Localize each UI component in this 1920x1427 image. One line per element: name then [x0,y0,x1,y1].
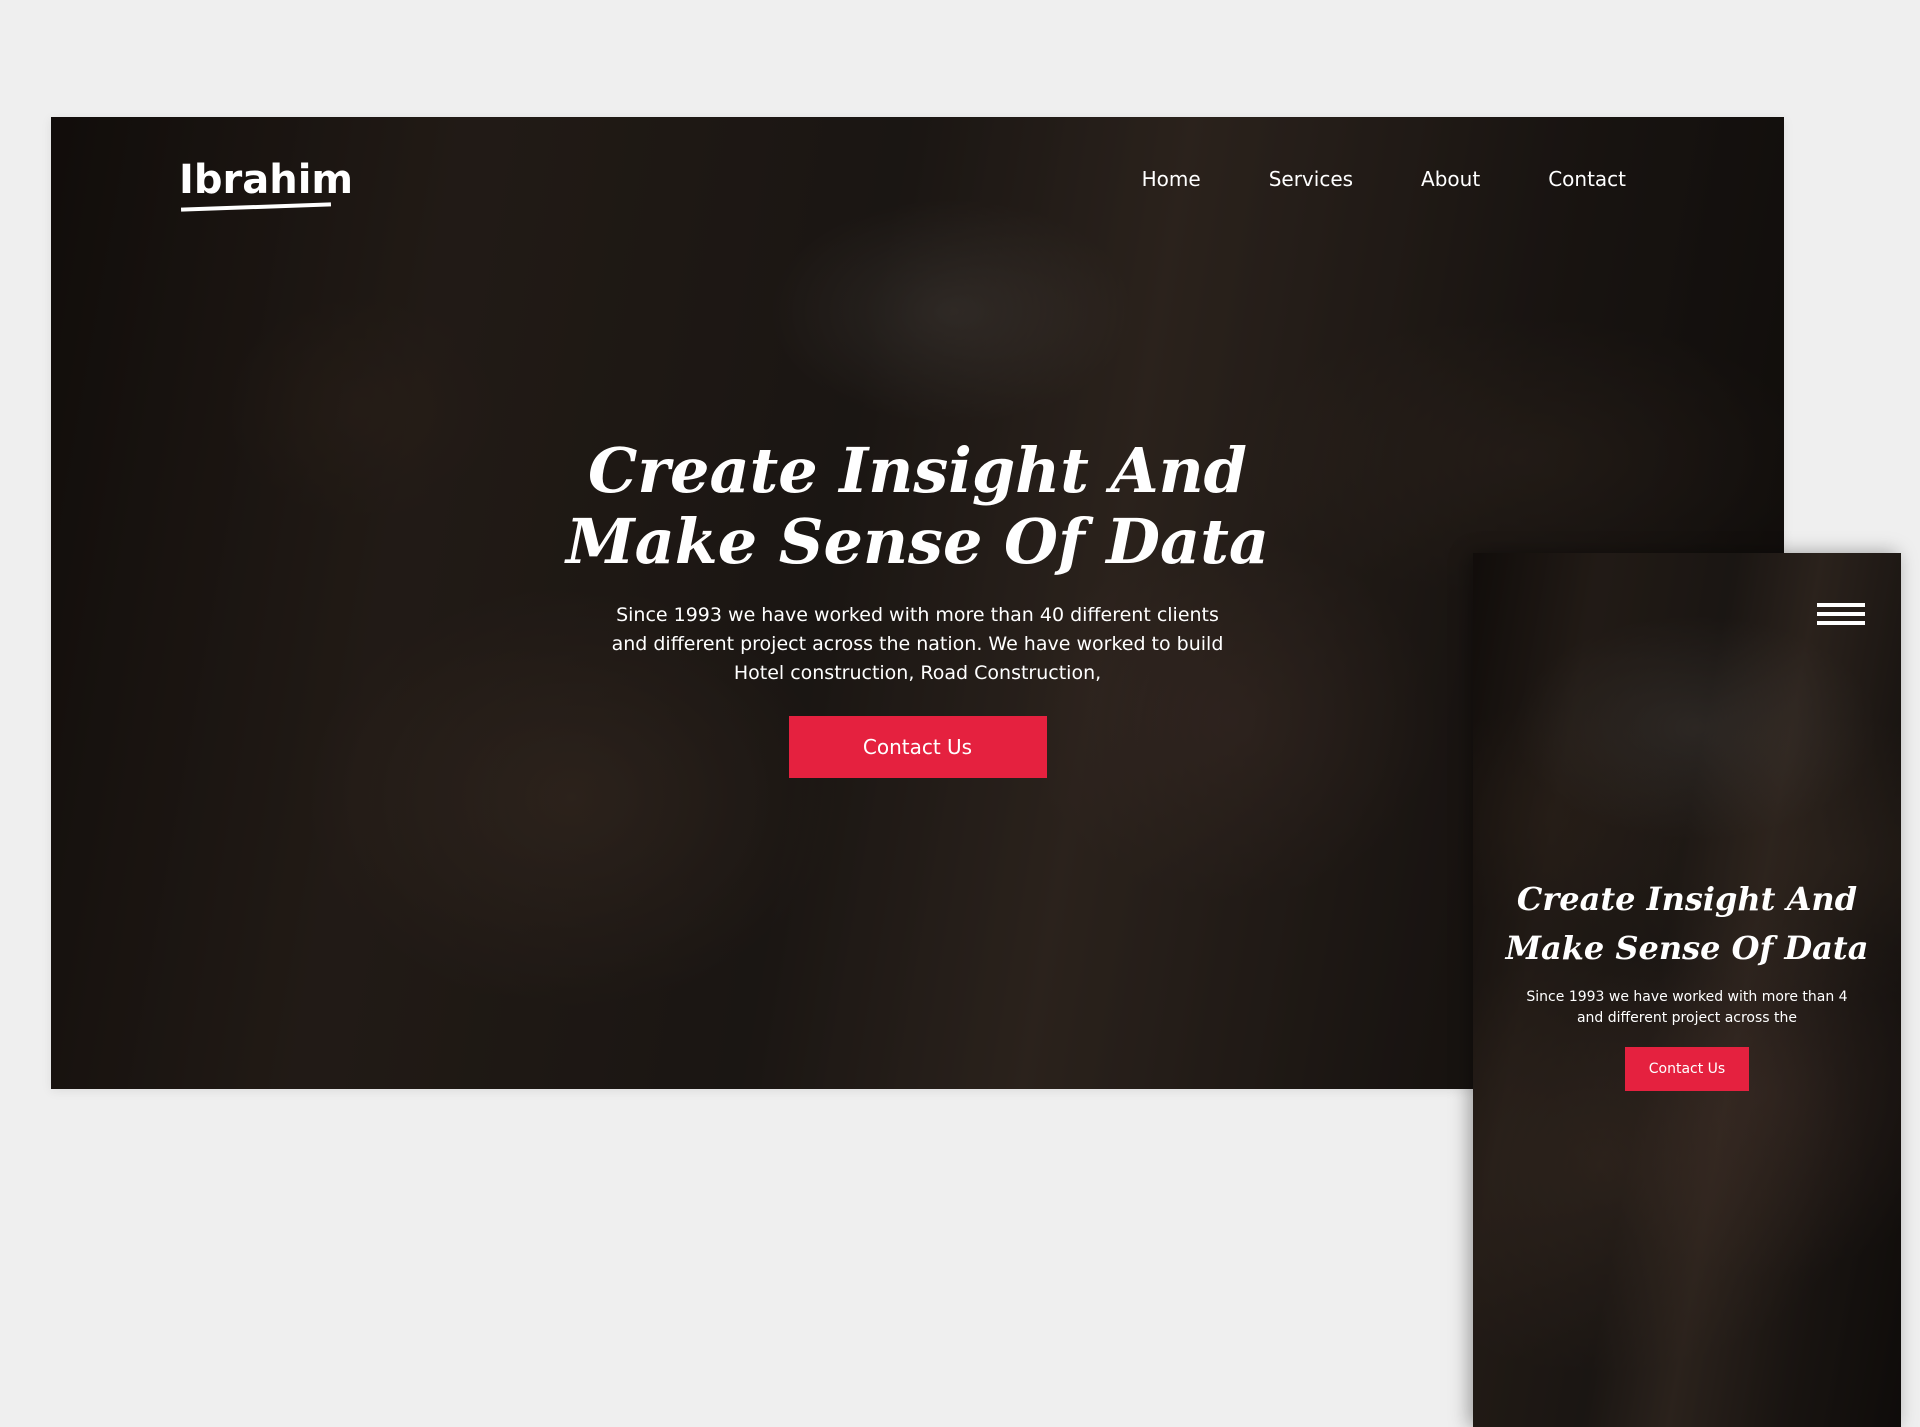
logo-underline [180,202,332,212]
mobile-hero-title-line2: Make Sense Of Data [1505,929,1869,967]
logo[interactable]: Ibrahim [179,157,353,203]
hero-title-line1: Create Insight And [587,434,1248,507]
hero-title: Create Insight And Make Sense Of Data [51,435,1784,577]
mobile-hero-description: Since 1993 we have worked with more than… [1526,989,1848,1026]
main-nav: Home Services About Contact [1142,167,1626,191]
mobile-hero-section: Create Insight And Make Sense Of Data Si… [1473,875,1901,1091]
hero-section: Create Insight And Make Sense Of Data Si… [51,435,1784,778]
hamburger-bar [1817,612,1865,616]
hero-description: Since 1993 we have worked with more than… [611,604,1224,684]
hamburger-menu-icon[interactable] [1817,603,1865,625]
nav-services-link[interactable]: Services [1269,167,1353,191]
mobile-hero-title-line1: Create Insight And [1516,880,1858,918]
mobile-contact-us-button[interactable]: Contact Us [1625,1047,1749,1091]
nav-home-link[interactable]: Home [1142,167,1201,191]
hamburger-bar [1817,621,1865,625]
contact-us-button[interactable]: Contact Us [788,716,1047,778]
hamburger-bar [1817,603,1865,607]
hero-title-line2: Make Sense Of Data [565,505,1270,578]
nav-about-link[interactable]: About [1421,167,1480,191]
nav-contact-link[interactable]: Contact [1548,167,1626,191]
mobile-hero-title: Create Insight And Make Sense Of Data [1473,875,1901,973]
